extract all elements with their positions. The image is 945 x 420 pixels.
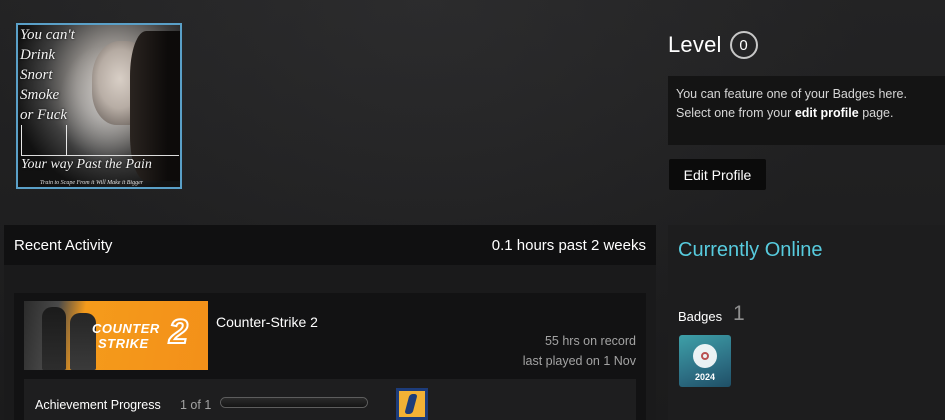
capsule-logo-line1: COUNTER [92,321,160,336]
badge-feature-line1: You can feature one of your Badges here. [676,87,907,101]
status-sidebar: Currently Online Badges 1 2024 [668,225,945,420]
game-hours-on-record: 55 hrs on record [544,334,636,348]
avatar-caption: Your way Past the Pain [21,157,152,172]
level-label: Level [668,32,722,57]
game-name-link[interactable]: Counter-Strike 2 [216,314,318,330]
avatar-rule [21,155,179,156]
steam-logo-inner [701,352,709,360]
edit-profile-button[interactable]: Edit Profile [669,159,766,190]
steam-logo-icon [693,344,717,368]
level-section: Level 0 [668,31,758,59]
avatar-fine-print: Train to Scape From it Will Make it Bigg… [40,180,144,186]
avatar-decor-line [21,125,22,155]
avatar-text-line: Smoke [20,87,60,103]
badge-year: 2024 [694,372,716,382]
avatar-text-line: Snort [20,67,53,83]
game-capsule-image[interactable]: COUNTER STRIKE 2 [24,301,208,370]
badges-count[interactable]: 1 [733,302,745,326]
achievement-progress-bar [220,397,368,408]
capsule-logo-line2: STRIKE [98,336,149,351]
recent-activity-hours: 0.1 hours past 2 weeks [491,236,646,254]
capsule-logo-number: 2 [168,313,189,351]
game-last-played: last played on 1 Nov [522,354,636,368]
edit-profile-link[interactable]: edit profile [795,106,859,120]
recent-activity-header: Recent Activity 0.1 hours past 2 weeks [4,225,656,265]
level-badge[interactable]: 0 [729,31,758,59]
achievement-progress-label[interactable]: Achievement Progress [35,398,161,412]
achievement-progress-count: 1 of 1 [180,398,212,412]
profile-avatar[interactable]: You can't Drink Snort Smoke or Fuck Your… [16,23,182,189]
avatar-decor-line [66,125,67,155]
avatar-text-line: You can't [20,27,75,43]
capsule-soldier [42,307,66,370]
badge-feature-prefix: Select one from your [676,106,795,120]
recent-activity-panel: Recent Activity 0.1 hours past 2 weeks C… [4,225,656,420]
avatar-text-line: Drink [20,47,55,63]
steam-badge-icon[interactable]: 2024 [679,335,731,387]
badge-feature-notice: You can feature one of your Badges here.… [668,76,945,145]
achievement-icon[interactable] [396,388,428,420]
recent-activity-title: Recent Activity [14,236,113,254]
badge-feature-line2: Select one from your edit profile page. [676,104,937,123]
achievement-progress-fill [221,398,367,407]
online-status: Currently Online [678,239,823,261]
badges-link[interactable]: Badges [678,309,722,324]
achievement-progress-row: Achievement Progress 1 of 1 [24,379,636,420]
badge-feature-suffix: page. [858,106,894,120]
avatar-text-line: or Fuck [20,107,68,123]
game-card: COUNTER STRIKE 2 Counter-Strike 2 55 hrs… [14,293,646,420]
